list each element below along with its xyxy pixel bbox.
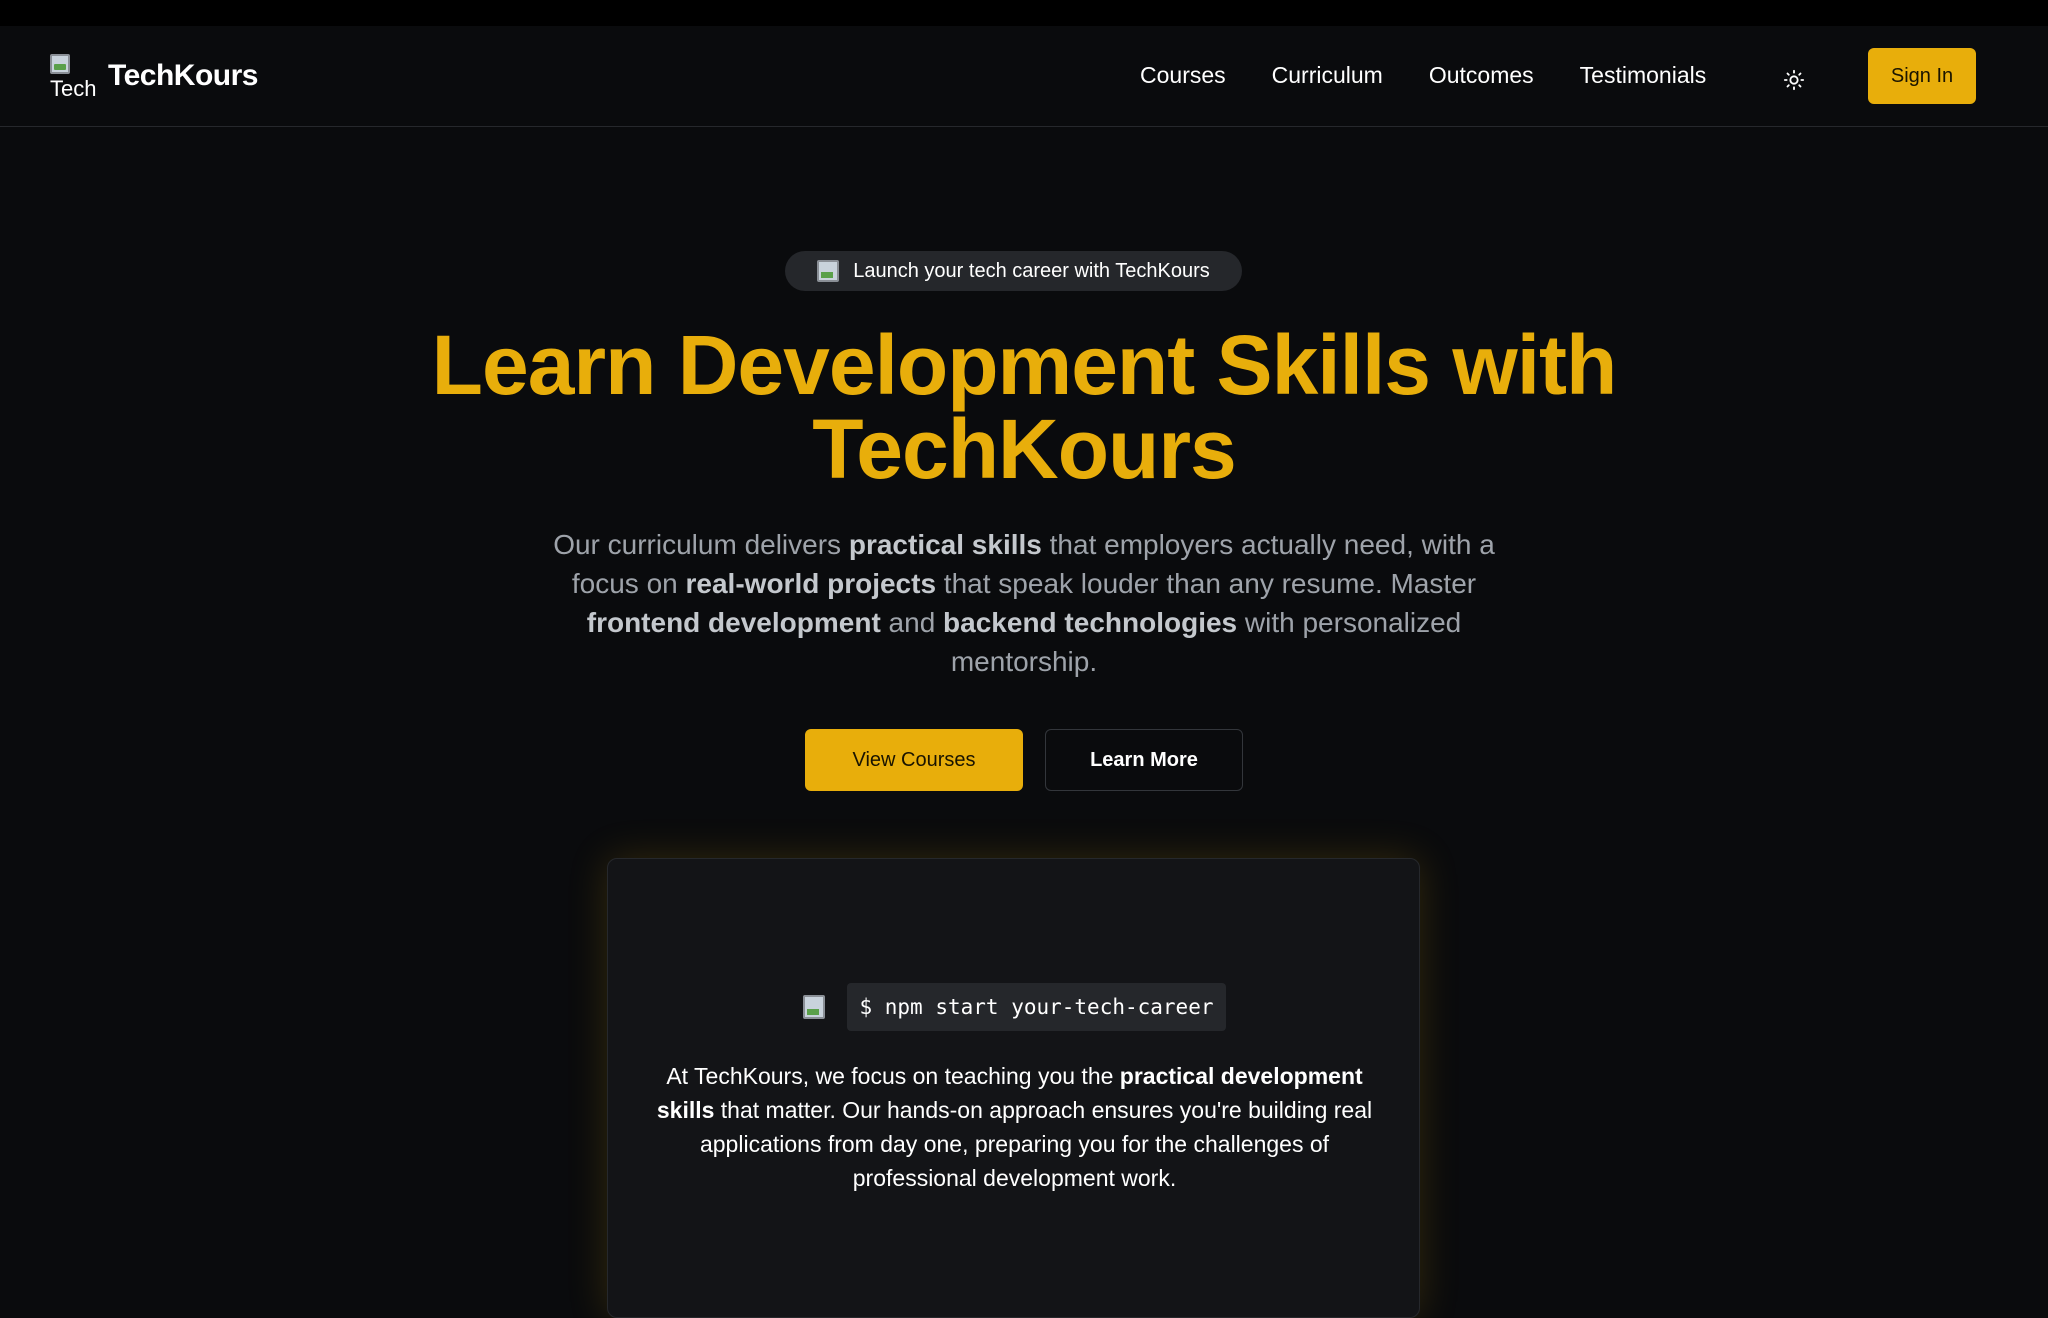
nav-links: Courses Curriculum Outcomes Testimonials	[1140, 62, 1706, 89]
brand-name: TechKours	[108, 59, 258, 92]
nav-link-outcomes[interactable]: Outcomes	[1429, 62, 1534, 89]
card-text: At TechKours, we focus on teaching you t…	[666, 1063, 1120, 1089]
logo-alt-text: Tech	[50, 76, 96, 99]
subtitle-text: and	[880, 607, 944, 638]
subtitle-text: Our curriculum delivers	[553, 529, 849, 560]
nav-link-testimonials[interactable]: Testimonials	[1580, 62, 1707, 89]
subtitle-emphasis: real-world projects	[685, 568, 937, 599]
learn-more-button[interactable]: Learn More	[1045, 729, 1243, 791]
nav-link-curriculum[interactable]: Curriculum	[1272, 62, 1383, 89]
card-description: At TechKours, we focus on teaching you t…	[648, 1059, 1381, 1195]
subtitle-emphasis: frontend development	[586, 607, 881, 638]
top-strip	[0, 0, 2048, 26]
brand[interactable]: Tech TechKours	[50, 54, 258, 98]
nav-link-courses[interactable]: Courses	[1140, 62, 1226, 89]
command-row: $ npm start your-tech-career	[608, 983, 1421, 1031]
pill-text: Launch your tech career with TechKours	[853, 259, 1210, 282]
sun-icon	[1783, 69, 1805, 91]
theme-toggle-button[interactable]	[1776, 62, 1812, 98]
hero-subtitle: Our curriculum delivers practical skills…	[534, 525, 1514, 681]
hero-title-line-1: Learn Development Skills with	[431, 318, 1618, 412]
command-code: $ npm start your-tech-career	[847, 983, 1226, 1031]
subtitle-emphasis: practical skills	[848, 529, 1042, 560]
navbar: Tech TechKours Courses Curriculum Outcom…	[0, 26, 2048, 127]
broken-image-icon	[50, 54, 70, 74]
announcement-pill[interactable]: Launch your tech career with TechKours	[785, 251, 1242, 291]
terminal-card: $ npm start your-tech-career At TechKour…	[607, 858, 1420, 1318]
cta-row: View Courses Learn More	[0, 729, 2048, 791]
logo-image: Tech	[50, 54, 96, 98]
card-text: that matter. Our hands-on approach ensur…	[699, 1097, 1373, 1191]
hero-title-line-2: TechKours	[812, 402, 1237, 496]
broken-image-icon	[817, 260, 840, 282]
sign-in-button[interactable]: Sign In	[1868, 48, 1976, 104]
subtitle-emphasis: backend technologies	[943, 607, 1238, 638]
broken-image-icon	[803, 995, 826, 1019]
hero-title: Learn Development Skills with TechKours	[0, 323, 2048, 491]
view-courses-button[interactable]: View Courses	[805, 729, 1023, 791]
subtitle-text: that speak louder than any resume. Maste…	[936, 568, 1477, 599]
